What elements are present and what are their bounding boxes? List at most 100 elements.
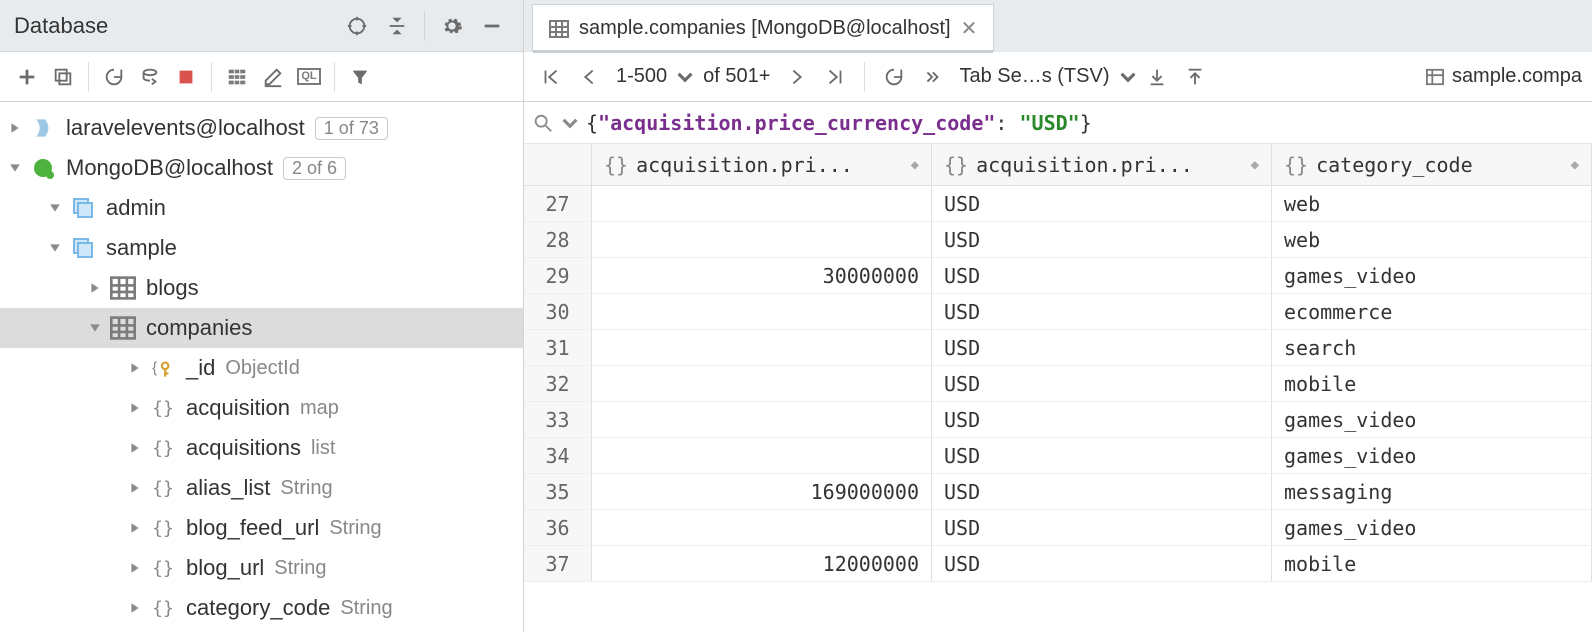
- cell[interactable]: USD: [932, 510, 1272, 545]
- cell[interactable]: 12000000: [592, 546, 932, 581]
- duplicate-icon[interactable]: [46, 60, 80, 94]
- table-row[interactable]: 3712000000USDmobile: [524, 546, 1592, 582]
- chevron-down-icon[interactable]: [6, 159, 24, 177]
- cell[interactable]: search: [1272, 330, 1592, 365]
- cell[interactable]: mobile: [1272, 366, 1592, 401]
- table-row[interactable]: 31USDsearch: [524, 330, 1592, 366]
- tab-companies[interactable]: sample.companies [MongoDB@localhost] ✕: [532, 4, 994, 52]
- add-icon[interactable]: [10, 60, 44, 94]
- chevron-right-icon[interactable]: [6, 119, 24, 137]
- cell[interactable]: USD: [932, 438, 1272, 473]
- minimize-icon[interactable]: [475, 9, 509, 43]
- collection-blogs[interactable]: blogs: [0, 268, 523, 308]
- db-sample[interactable]: sample: [0, 228, 523, 268]
- table-view-icon[interactable]: [220, 60, 254, 94]
- table-row[interactable]: 33USDgames_video: [524, 402, 1592, 438]
- cell[interactable]: web: [1272, 222, 1592, 257]
- chevron-right-icon[interactable]: [86, 279, 104, 297]
- settings-icon[interactable]: [435, 9, 469, 43]
- field-_id[interactable]: {_idObjectId: [0, 348, 523, 388]
- chevron-right-icon[interactable]: [126, 359, 144, 377]
- cell[interactable]: USD: [932, 546, 1272, 581]
- upload-icon[interactable]: [1178, 60, 1212, 94]
- cell[interactable]: USD: [932, 294, 1272, 329]
- filter-icon[interactable]: [343, 60, 377, 94]
- cell[interactable]: [592, 510, 932, 545]
- cell[interactable]: games_video: [1272, 402, 1592, 437]
- download-icon[interactable]: [1140, 60, 1174, 94]
- field-acquisitions[interactable]: {}acquisitionslist: [0, 428, 523, 468]
- field-blog_feed_url[interactable]: {}blog_feed_urlString: [0, 508, 523, 548]
- cell[interactable]: [592, 366, 932, 401]
- cell[interactable]: 169000000: [592, 474, 932, 509]
- page-range[interactable]: 1-500: [610, 65, 673, 88]
- table-row[interactable]: 30USDecommerce: [524, 294, 1592, 330]
- chevron-right-icon[interactable]: [126, 599, 144, 617]
- cell[interactable]: [592, 222, 932, 257]
- collection-companies[interactable]: companies: [0, 308, 523, 348]
- cell[interactable]: USD: [932, 366, 1272, 401]
- chevron-right-icon[interactable]: [126, 519, 144, 537]
- chevron-down-icon[interactable]: [46, 199, 64, 217]
- cell[interactable]: USD: [932, 474, 1272, 509]
- cell[interactable]: games_video: [1272, 510, 1592, 545]
- collapse-icon[interactable]: [380, 9, 414, 43]
- cell[interactable]: web: [1272, 186, 1592, 221]
- first-page-icon[interactable]: [534, 60, 568, 94]
- table-row[interactable]: 35169000000USDmessaging: [524, 474, 1592, 510]
- cell[interactable]: [592, 294, 932, 329]
- chevron-right-icon[interactable]: [126, 559, 144, 577]
- table-row[interactable]: 27USDweb: [524, 186, 1592, 222]
- cell[interactable]: mobile: [1272, 546, 1592, 581]
- cell[interactable]: USD: [932, 186, 1272, 221]
- stop-icon[interactable]: [169, 60, 203, 94]
- table-row[interactable]: 28USDweb: [524, 222, 1592, 258]
- cell[interactable]: USD: [932, 330, 1272, 365]
- table-row[interactable]: 36USDgames_video: [524, 510, 1592, 546]
- chevron-right-icon[interactable]: [126, 439, 144, 457]
- chevron-down-icon[interactable]: [46, 239, 64, 257]
- cell[interactable]: messaging: [1272, 474, 1592, 509]
- chevron-right-icon[interactable]: [126, 399, 144, 417]
- cell[interactable]: 30000000: [592, 258, 932, 293]
- cell[interactable]: [592, 186, 932, 221]
- column-header[interactable]: {}acquisition.pri...◆: [932, 144, 1272, 185]
- chevron-right-icon[interactable]: [126, 479, 144, 497]
- refresh-icon[interactable]: [97, 60, 131, 94]
- column-header[interactable]: {}category_code◆: [1272, 144, 1592, 185]
- cell[interactable]: games_video: [1272, 258, 1592, 293]
- table-row[interactable]: 32USDmobile: [524, 366, 1592, 402]
- cell[interactable]: [592, 330, 932, 365]
- target-icon[interactable]: [340, 9, 374, 43]
- field-category_code[interactable]: {}category_codeString: [0, 588, 523, 628]
- last-page-icon[interactable]: [818, 60, 852, 94]
- sync-icon[interactable]: [133, 60, 167, 94]
- cell[interactable]: USD: [932, 222, 1272, 257]
- cell[interactable]: games_video: [1272, 438, 1592, 473]
- chevron-down-icon[interactable]: [1120, 69, 1136, 85]
- cell[interactable]: [592, 438, 932, 473]
- connection-mongodb[interactable]: MongoDB@localhost 2 of 6: [0, 148, 523, 188]
- table-row[interactable]: 34USDgames_video: [524, 438, 1592, 474]
- edit-icon[interactable]: [256, 60, 290, 94]
- field-acquisition[interactable]: {}acquisitionmap: [0, 388, 523, 428]
- next-page-icon[interactable]: [780, 60, 814, 94]
- connection-laravel[interactable]: laravelevents@localhost 1 of 73: [0, 108, 523, 148]
- search-icon[interactable]: [532, 112, 554, 134]
- column-header[interactable]: {}acquisition.pri...◆: [592, 144, 932, 185]
- filter-expression[interactable]: {"acquisition.price_currency_code": "USD…: [586, 111, 1092, 135]
- chevron-down-icon[interactable]: [86, 319, 104, 337]
- field-blog_url[interactable]: {}blog_urlString: [0, 548, 523, 588]
- more-icon[interactable]: [915, 60, 949, 94]
- cell[interactable]: [592, 402, 932, 437]
- filter-bar[interactable]: {"acquisition.price_currency_code": "USD…: [524, 102, 1592, 144]
- export-format[interactable]: Tab Se…s (TSV): [953, 65, 1115, 88]
- ql-console-icon[interactable]: QL: [292, 60, 326, 94]
- close-icon[interactable]: ✕: [961, 16, 978, 41]
- cell[interactable]: USD: [932, 258, 1272, 293]
- table-row[interactable]: 2930000000USDgames_video: [524, 258, 1592, 294]
- reload-icon[interactable]: [877, 60, 911, 94]
- field-alias_list[interactable]: {}alias_listString: [0, 468, 523, 508]
- cell[interactable]: ecommerce: [1272, 294, 1592, 329]
- db-admin[interactable]: admin: [0, 188, 523, 228]
